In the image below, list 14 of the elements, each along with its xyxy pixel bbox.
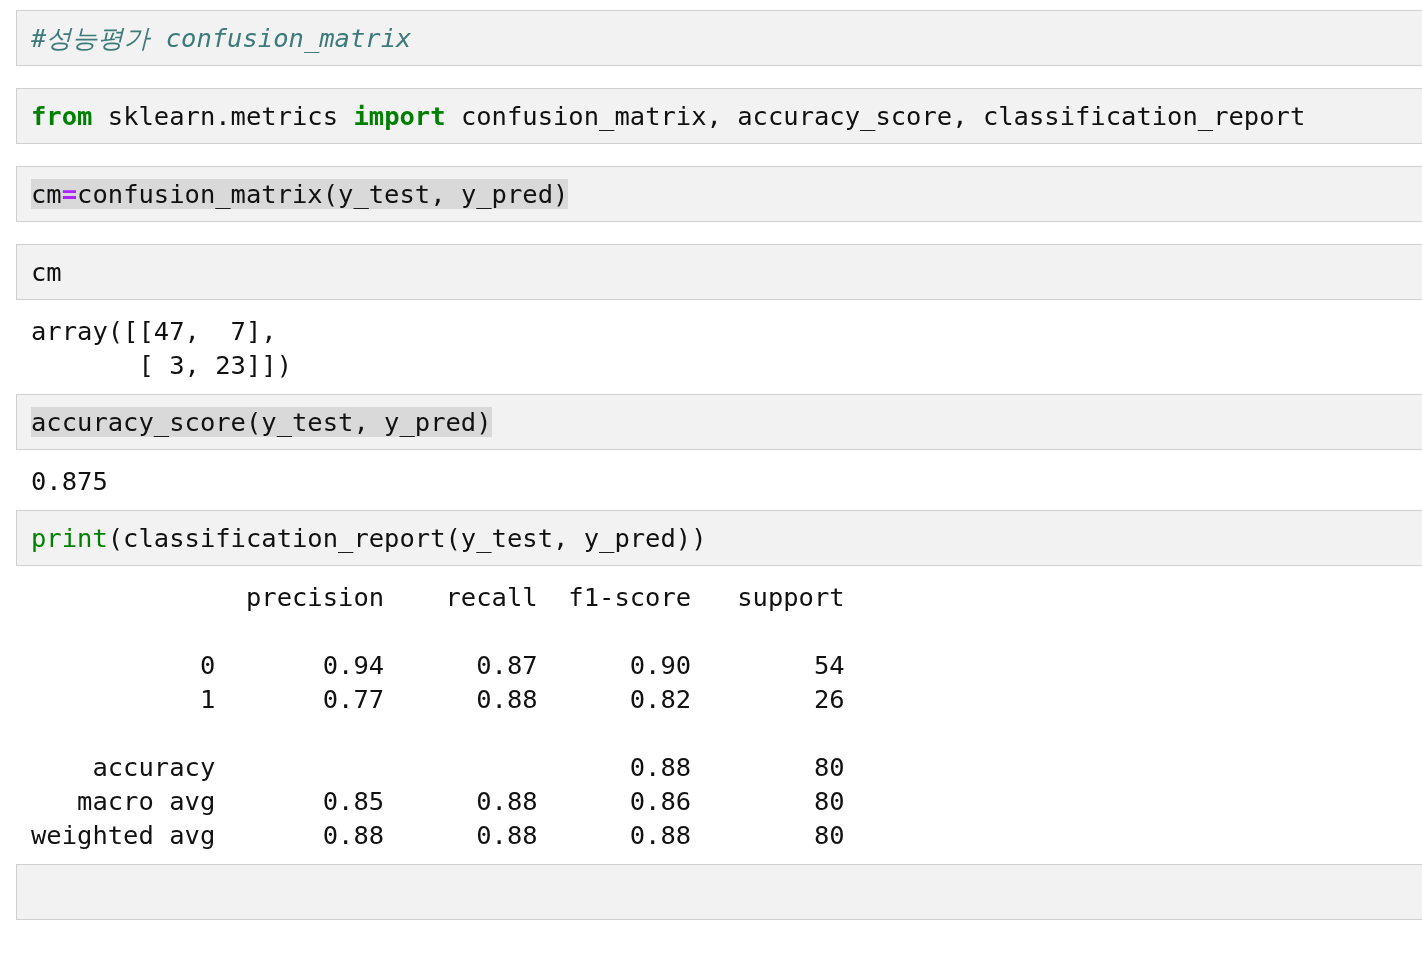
code-line: print(classification_report(y_test, y_pred)) (31, 523, 707, 553)
code-line: #성능평가 confusion_matrix (31, 23, 412, 53)
output-text: precision recall f1-score support 0 0.94 0.87 0.90 54 1 0.77 0.88 0.82 26 accuracy 0.88 80 macro avg 0.85 0.88 0.86 80 weighted avg 0.88 0.88 0.88 80 (31, 581, 846, 852)
code-cell[interactable]: print(classification_report(y_test, y_pred)) (16, 510, 1422, 566)
output-text: 0.875 (31, 465, 109, 498)
code-cell[interactable]: accuracy_score(y_test, y_pred) (16, 394, 1422, 450)
code-cell[interactable]: #성능평가 confusion_matrix (16, 10, 1422, 66)
code-cell[interactable] (16, 864, 1422, 920)
output-text: array([[47, 7], [ 3, 23]]) (31, 315, 293, 382)
code-cell[interactable]: cm=confusion_matrix(y_test, y_pred) (16, 166, 1422, 222)
code-cell[interactable]: from sklearn.metrics import confusion_matrix, accuracy_score, classification_report (16, 88, 1422, 144)
code-line: cm (31, 257, 62, 287)
code-cell[interactable]: cm (16, 244, 1422, 300)
code-line: from sklearn.metrics import confusion_matrix, accuracy_score, classification_report (31, 101, 1306, 131)
